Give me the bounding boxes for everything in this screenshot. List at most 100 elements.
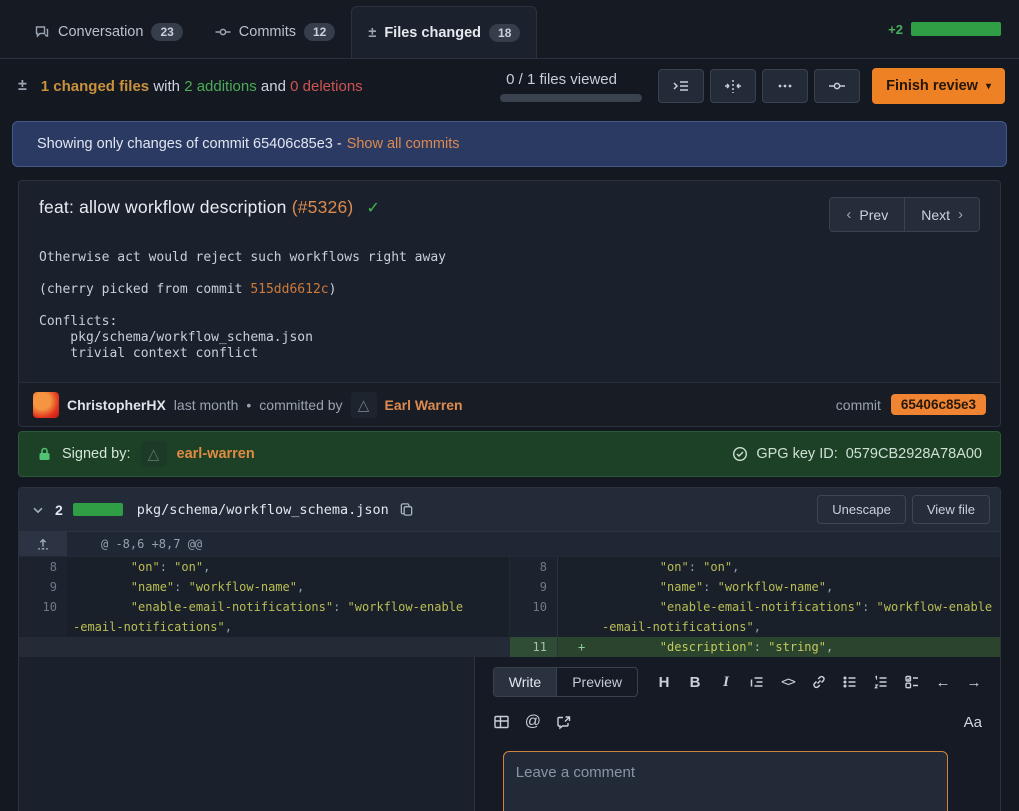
diff-rows: 8 "on": "on",8 "on": "on",9 "name": "wor…: [19, 557, 1000, 657]
diff-summary-bar: ± 1 changed files with 2 additions and 0…: [0, 59, 1019, 113]
ordered-list-icon[interactable]: [873, 673, 889, 691]
copy-path-icon[interactable]: [399, 502, 414, 517]
lock-icon: [37, 446, 52, 462]
added-line-sign: +: [578, 637, 585, 657]
commit-message-line: (cherry picked from commit 515dd6612c): [39, 282, 980, 298]
commit-message-line: Otherwise act would reject such workflow…: [39, 250, 980, 266]
commit-author-row: ChristopherHX last month • committed by …: [19, 382, 1000, 426]
signer-name[interactable]: earl-warren: [177, 446, 255, 462]
code-line: "name": "workflow-name",: [557, 577, 1000, 597]
arrow-left-icon[interactable]: ←: [935, 673, 951, 691]
author-avatar[interactable]: [33, 392, 59, 418]
line-number[interactable]: 8: [509, 557, 557, 577]
commit-hash-link[interactable]: 515dd6612c: [250, 282, 328, 297]
file-tree-toggle-button[interactable]: [658, 69, 704, 103]
chevron-down-icon: ▾: [986, 81, 991, 92]
commit-icon: [215, 24, 231, 40]
expand-up-icon: [36, 537, 50, 551]
changed-files-summary: 1 changed files with 2 additions and 0 d…: [41, 78, 363, 95]
diff-icon: ±: [368, 25, 376, 41]
bold-icon[interactable]: B: [687, 673, 703, 691]
tab-commits[interactable]: Commits 12: [199, 6, 352, 58]
diff-file-header: 2 pkg/schema/workflow_schema.json Unesca…: [19, 488, 1000, 532]
unordered-list-icon[interactable]: [842, 673, 858, 691]
more-options-button[interactable]: [762, 69, 808, 103]
committer-avatar[interactable]: △: [351, 392, 377, 418]
write-tab[interactable]: Write: [494, 668, 556, 696]
code-line: "enable-email-notifications": "workflow-…: [557, 597, 1000, 637]
gpg-key-label: GPG key ID:: [756, 446, 837, 462]
expand-hunk-button[interactable]: [19, 532, 67, 556]
diff-row: 9 "name": "workflow-name",9 "name": "wor…: [19, 577, 1000, 597]
file-tree-icon: [672, 78, 690, 94]
font-toggle[interactable]: Aa: [964, 714, 982, 731]
commit-message-line: [39, 266, 980, 282]
prev-commit-button[interactable]: ‹ Prev: [830, 198, 904, 231]
pr-tab-bar: Conversation 23 Commits 12 ± Files chang…: [0, 0, 1019, 59]
link-icon[interactable]: [811, 673, 827, 691]
editor-mode-tabs: Write Preview: [493, 667, 638, 697]
commit-time: last month: [174, 397, 239, 413]
line-number[interactable]: 8: [19, 557, 67, 577]
inline-comment-editor: Write Preview H B I <>: [474, 657, 1000, 811]
line-number[interactable]: 9: [19, 577, 67, 597]
collapse-file-icon[interactable]: [31, 503, 45, 517]
split-view-icon: [724, 78, 742, 94]
diff-stat: +2: [888, 0, 1001, 58]
unescape-button[interactable]: Unescape: [817, 495, 906, 524]
chevron-left-icon: ‹: [846, 206, 851, 223]
table-icon[interactable]: [493, 713, 510, 731]
select-commit-button[interactable]: [814, 69, 860, 103]
preview-tab[interactable]: Preview: [556, 668, 637, 696]
mention-icon[interactable]: @: [525, 713, 541, 731]
check-circle-icon: [732, 446, 748, 462]
tab-files-changed[interactable]: ± Files changed 18: [351, 6, 537, 58]
line-number[interactable]: 10: [19, 597, 67, 637]
next-commit-button[interactable]: Next ›: [904, 198, 979, 231]
author-name[interactable]: ChristopherHX: [67, 397, 166, 413]
task-list-icon[interactable]: [904, 673, 920, 691]
signer-avatar[interactable]: △: [141, 441, 167, 467]
signed-by-label: Signed by:: [62, 446, 131, 462]
ellipsis-icon: [776, 78, 794, 94]
hunk-header-row: @ -8,6 +8,7 @@: [19, 532, 1000, 557]
tab-conversation[interactable]: Conversation 23: [18, 6, 199, 58]
commit-message-line: pkg/schema/workflow_schema.json: [39, 330, 980, 346]
file-diff-stat-bar: [73, 503, 123, 516]
issue-ref-link[interactable]: (#5326): [292, 197, 354, 217]
chevron-right-icon: ›: [958, 206, 963, 223]
arrow-right-icon[interactable]: →: [966, 673, 982, 691]
diff-icon: ±: [18, 77, 27, 95]
tab-label: Files changed: [384, 25, 481, 41]
diff-row: 10 "enable-email-notifications": "workfl…: [19, 597, 1000, 637]
heading-icon[interactable]: H: [656, 673, 672, 691]
quote-icon[interactable]: [749, 673, 765, 691]
file-changes-count: 2: [55, 502, 63, 518]
tab-count-badge: 12: [304, 23, 335, 41]
diff-row: 8 "on": "on",8 "on": "on",: [19, 557, 1000, 577]
diff-row: 11+ "description": "string",: [19, 637, 1000, 657]
line-number[interactable]: 9: [509, 577, 557, 597]
code-line: + "description": "string",: [557, 637, 1000, 657]
line-number[interactable]: 10: [509, 597, 557, 637]
line-number[interactable]: 11: [509, 637, 557, 657]
tab-label: Conversation: [58, 24, 143, 40]
commit-icon: [828, 78, 846, 94]
reference-icon[interactable]: [556, 713, 572, 731]
finish-review-button[interactable]: Finish review ▾: [872, 68, 1005, 104]
check-icon: ✓: [366, 200, 380, 217]
italic-icon[interactable]: I: [718, 673, 734, 691]
split-view-toggle-button[interactable]: [710, 69, 756, 103]
committer-name[interactable]: Earl Warren: [385, 397, 463, 413]
view-file-button[interactable]: View file: [912, 495, 990, 524]
files-viewed-bar: [500, 94, 642, 102]
code-line: "enable-email-notifications": "workflow-…: [67, 597, 509, 637]
tab-label: Commits: [239, 24, 296, 40]
code-icon[interactable]: <>: [780, 673, 796, 691]
code-line: "on": "on",: [557, 557, 1000, 577]
file-name: pkg/schema/workflow_schema.json: [137, 502, 389, 518]
commit-message-line: Conflicts:: [39, 314, 980, 330]
comment-textarea[interactable]: [503, 751, 948, 811]
show-all-commits-link[interactable]: Show all commits: [347, 136, 460, 152]
commit-sha-badge[interactable]: 65406c85e3: [891, 394, 986, 415]
